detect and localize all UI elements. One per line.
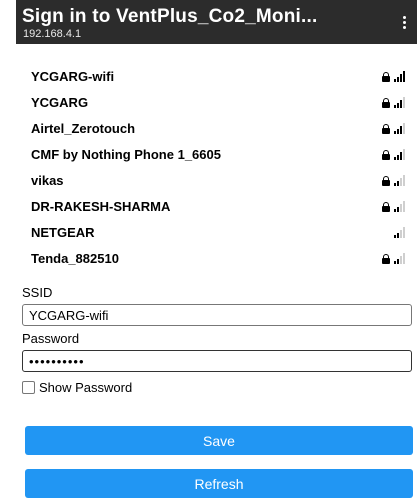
browser-header: Sign in to VentPlus_Co2_Moni... 192.168.… — [16, 0, 417, 44]
network-item[interactable]: YCGARG-wifi — [31, 63, 405, 89]
lock-icon — [382, 98, 390, 108]
network-ssid: YCGARG-wifi — [31, 68, 115, 84]
network-item[interactable]: Airtel_Zerotouch — [31, 115, 405, 141]
network-ssid: CMF by Nothing Phone 1_6605 — [31, 146, 221, 162]
wifi-signal-icon — [394, 71, 405, 82]
network-ssid: YCGARG — [31, 94, 89, 110]
refresh-button[interactable]: Refresh — [25, 469, 413, 498]
ssid-input[interactable] — [22, 304, 412, 326]
password-label: Password — [22, 331, 80, 346]
lock-icon — [382, 176, 390, 186]
more-vert-icon[interactable] — [397, 10, 411, 34]
network-status-icons — [382, 174, 405, 186]
lock-icon — [382, 72, 390, 82]
ssid-label: SSID — [22, 285, 53, 300]
network-item[interactable]: CMF by Nothing Phone 1_6605 — [31, 141, 405, 167]
network-ssid: Tenda_882510 — [31, 250, 119, 266]
network-ssid: vikas — [31, 172, 64, 188]
page-title: Sign in to VentPlus_Co2_Moni... — [22, 6, 318, 27]
network-status-icons — [382, 70, 405, 82]
wifi-signal-icon — [394, 175, 405, 186]
wifi-signal-icon — [394, 123, 405, 134]
password-input[interactable] — [22, 350, 412, 372]
lock-icon — [382, 254, 390, 264]
network-item[interactable]: NETGEAR — [31, 219, 405, 245]
network-status-icons — [382, 96, 405, 108]
lock-icon — [382, 202, 390, 212]
network-item[interactable]: Tenda_882510 — [31, 245, 405, 271]
network-status-icons — [382, 200, 405, 212]
network-status-icons — [394, 226, 405, 238]
network-item[interactable]: DR-RAKESH-SHARMA — [31, 193, 405, 219]
network-ssid: NETGEAR — [31, 224, 95, 240]
show-password-toggle[interactable]: Show Password — [22, 380, 132, 395]
wifi-signal-icon — [394, 149, 405, 160]
network-status-icons — [382, 122, 405, 134]
lock-icon — [382, 150, 390, 160]
network-ssid: DR-RAKESH-SHARMA — [31, 198, 171, 214]
page-url: 192.168.4.1 — [23, 28, 82, 40]
wifi-signal-icon — [394, 253, 405, 264]
wifi-signal-icon — [394, 201, 405, 212]
network-item[interactable]: YCGARG — [31, 89, 405, 115]
network-status-icons — [382, 252, 405, 264]
show-password-label: Show Password — [39, 380, 133, 395]
save-button[interactable]: Save — [25, 426, 413, 455]
network-ssid: Airtel_Zerotouch — [31, 120, 136, 136]
network-list: YCGARG-wifi YCGARG Airtel_Zerotouch CMF by … — [31, 63, 405, 271]
show-password-checkbox[interactable] — [22, 381, 35, 394]
lock-icon — [382, 124, 390, 134]
network-status-icons — [382, 148, 405, 160]
wifi-signal-icon — [394, 97, 405, 108]
wifi-signal-icon — [394, 227, 405, 238]
network-item[interactable]: vikas — [31, 167, 405, 193]
